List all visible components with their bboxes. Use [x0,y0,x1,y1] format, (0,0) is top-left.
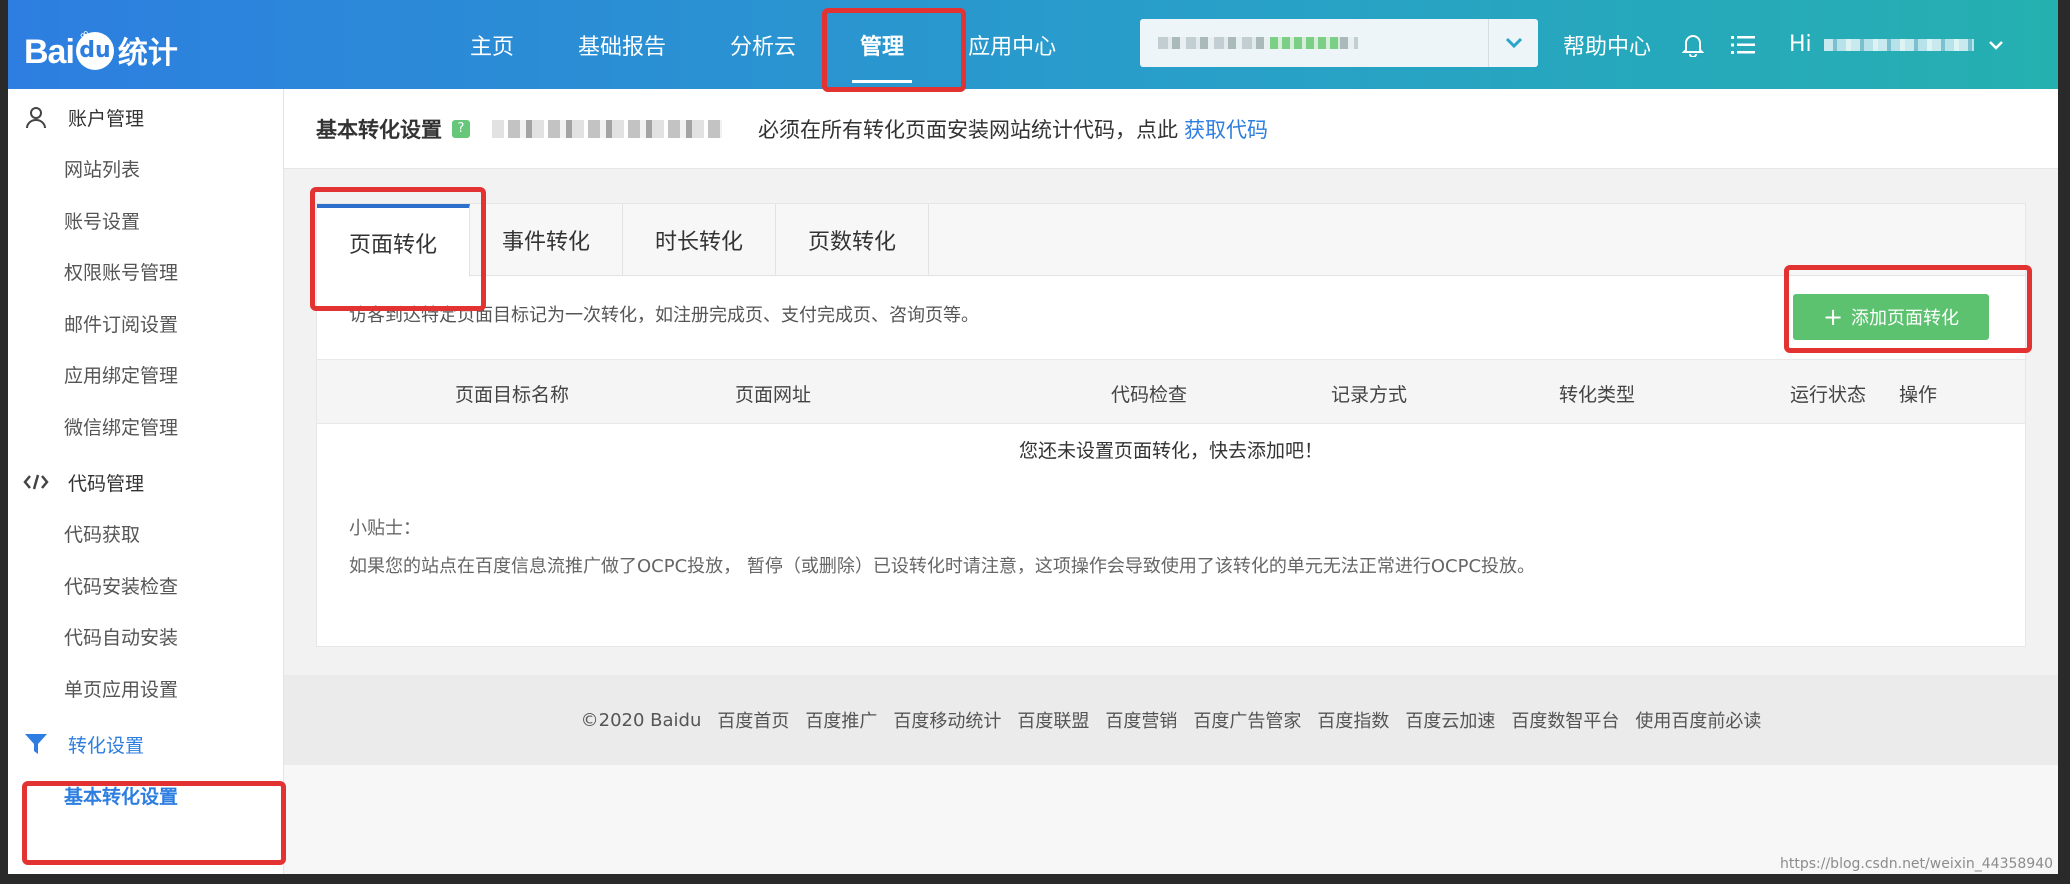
nav-item-analytics-cloud[interactable]: 分析云 [698,0,828,89]
logo-du-badge: ❀ du [75,29,114,70]
help-center-link[interactable]: 帮助中心 [1563,29,1651,61]
main-nav: 主页 基础报告 分析云 管理 应用中心 [438,0,1088,89]
baidu-tongji-logo[interactable]: Bai ❀ du 统计 [24,16,178,72]
main-content: 基本转化设置 ? 必须在所有转化页面安装网站统计代码，点此 获取代码 页面转化 … [284,89,2058,874]
sidebar-group-account[interactable]: 账户管理 [8,89,283,145]
logo-bai-text: Bai [24,33,75,71]
sidebar-group-code[interactable]: 代码管理 [8,454,283,510]
redacted-site-url [492,119,722,138]
tab-duration-conversion[interactable]: 时长转化 [623,204,777,276]
tips-body: 如果您的站点在百度信息流推广做了OCPC投放， 暂停（或删除）已设转化时请注意，… [349,556,1536,577]
column-header-page-url: 页面网址 [735,384,812,406]
footer-link[interactable]: 百度指数 [1317,707,1389,733]
footer-link[interactable]: 百度云加速 [1405,707,1495,733]
greeting-text: Hi [1789,32,1812,57]
sidebar-group-label: 转化设置 [68,734,145,757]
site-selector-dropdown[interactable] [1140,19,1538,67]
conversion-panel: 页面转化 事件转化 时长转化 页数转化 访客到达特定页面目标记为一次转化，如注册… [316,203,2026,647]
get-code-link[interactable]: 获取代码 [1184,114,1268,144]
footer-copyright: ©2020 Baidu [580,709,702,731]
tab-pageviews-conversion[interactable]: 页数转化 [776,204,930,276]
highlight-box-page-tab [310,187,486,311]
footer-link[interactable]: 百度首页 [717,707,789,733]
page-header: 基本转化设置 ? 必须在所有转化页面安装网站统计代码，点此 获取代码 [284,89,2058,169]
tab-event-conversion[interactable]: 事件转化 [470,204,624,276]
help-question-icon[interactable]: ? [452,119,470,138]
sidebar-group-label: 代码管理 [68,472,145,495]
footer-link[interactable]: 百度营销 [1105,707,1177,733]
tips-title: 小贴士： [349,518,421,539]
watermark-url: https://blog.csdn.net/weixin_44358940 [1780,856,2054,872]
sidebar-item-wechat-binding[interactable]: 微信绑定管理 [8,403,283,455]
chevron-down-icon[interactable] [1488,19,1538,67]
column-header-run-status: 运行状态 [1790,384,1867,406]
sidebar-item-auto-install[interactable]: 代码自动安装 [8,613,283,665]
header-user-area: 帮助中心 Hi [1563,0,2004,89]
column-header-record-mode: 记录方式 [1331,384,1408,406]
sidebar: 账户管理 网站列表 账号设置 权限账号管理 邮件订阅设置 应用绑定管理 微信绑定… [8,89,284,874]
sidebar-group-conversion[interactable]: 转化设置 [8,716,283,772]
user-account-menu[interactable]: Hi [1789,32,2004,57]
sidebar-item-get-code[interactable]: 代码获取 [8,510,283,562]
install-code-notice: 必须在所有转化页面安装网站统计代码，点此 [758,117,1178,142]
sidebar-item-permission-accounts[interactable]: 权限账号管理 [8,248,283,300]
paw-icon: ❀ [79,29,92,45]
footer-link[interactable]: 百度推广 [805,707,877,733]
sidebar-item-email-subscription[interactable]: 邮件订阅设置 [8,300,283,352]
conversion-tabs: 页面转化 事件转化 时长转化 页数转化 [317,204,2025,277]
footer-link[interactable]: 百度广告管家 [1193,707,1301,733]
nav-item-home[interactable]: 主页 [438,0,546,89]
footer-link[interactable]: 使用百度前必读 [1635,707,1761,733]
logo-tongji-text: 统计 [117,36,178,71]
footer-link[interactable]: 百度联盟 [1017,707,1089,733]
filter-icon [22,730,50,758]
footer-links: ©2020 Baidu 百度首页 百度推广 百度移动统计 百度联盟 百度营销 百… [284,675,2058,765]
redacted-site-domain [1270,37,1340,49]
chevron-down-icon [1988,34,2004,55]
page-title: 基本转化设置 [316,117,442,142]
column-header-code-check: 代码检查 [1111,384,1188,406]
sidebar-item-account-settings[interactable]: 账号设置 [8,197,283,249]
footer-link[interactable]: 百度移动统计 [893,707,1001,733]
user-icon [22,103,50,131]
column-header-target-name: 页面目标名称 [455,384,570,406]
app-window: Bai ❀ du 统计 主页 基础报告 分析云 管理 应用中心 帮助中心 Hi … [8,0,2058,874]
empty-state-text: 您还未设置页面转化，快去添加吧！ [1018,440,1323,462]
highlight-box-manage [822,8,966,92]
highlight-box-basic-conversion [22,781,286,865]
column-header-conversion-type: 转化类型 [1559,384,1636,406]
bell-icon[interactable] [1681,33,1705,57]
code-icon [22,468,50,496]
sidebar-item-spa-settings[interactable]: 单页应用设置 [8,665,283,717]
nav-item-basic-reports[interactable]: 基础报告 [546,0,698,89]
sidebar-item-site-list[interactable]: 网站列表 [8,145,283,197]
column-header-actions: 操作 [1899,384,1938,406]
table-header: 页面目标名称 页面网址 代码检查 记录方式 转化类型 运行状态 操作 [317,359,2025,424]
sidebar-item-app-binding[interactable]: 应用绑定管理 [8,351,283,403]
list-menu-icon[interactable] [1731,33,1756,57]
highlight-box-add-button [1784,265,2032,353]
top-navigation-bar: Bai ❀ du 统计 主页 基础报告 分析云 管理 应用中心 帮助中心 Hi [8,0,2058,89]
redacted-username [1823,38,1974,51]
sidebar-item-code-check[interactable]: 代码安装检查 [8,562,283,614]
footer-link[interactable]: 百度数智平台 [1511,707,1619,733]
sidebar-group-label: 账户管理 [68,107,145,130]
